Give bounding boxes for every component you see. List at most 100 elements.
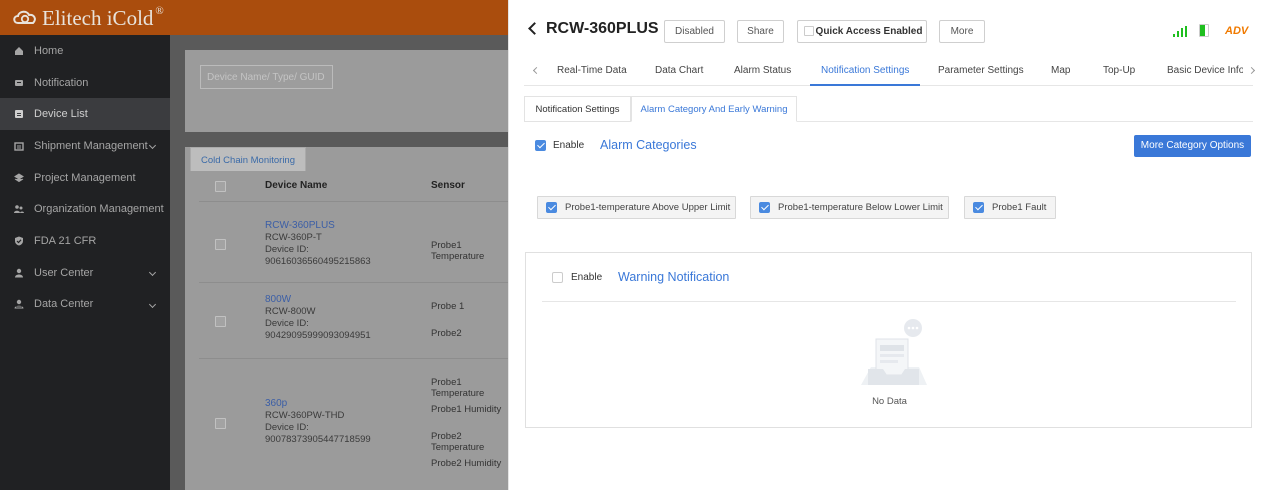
tab-map[interactable]: Map <box>1051 56 1070 85</box>
device-search-input[interactable] <box>200 65 333 89</box>
row-divider <box>199 358 508 359</box>
sidebar-item-project-management[interactable]: Project Management <box>0 162 170 194</box>
signal-strength-icon <box>1173 26 1187 37</box>
device-model: RCW-360P-T <box>265 232 322 243</box>
sidebar-item-label: Home <box>34 44 64 57</box>
sidebar-item-label: Data Center <box>34 298 94 311</box>
sidebar-item-device-list[interactable]: Device List <box>0 98 170 131</box>
share-button[interactable]: Share <box>737 20 784 43</box>
alarm-enable-checkbox[interactable] <box>535 140 546 151</box>
sidebar-item-label: Shipment Management <box>34 139 148 152</box>
device-name-link[interactable]: RCW-360PLUS <box>265 220 335 231</box>
sensor-name: Probe1 Humidity <box>431 404 502 415</box>
subtab-alarm-category[interactable]: Alarm Category And Early Warning <box>631 96 797 122</box>
sidebar-nav: Home Notification Device List Shipment M… <box>0 35 170 490</box>
brand-logo[interactable]: Elitech iCold ® <box>12 4 164 32</box>
warning-notification-card: Enable Warning Notification No Data <box>525 252 1252 428</box>
sidebar-item-label: FDA 21 CFR <box>34 234 97 247</box>
brand-name: Elitech iCold <box>42 5 154 30</box>
select-all-checkbox[interactable] <box>215 181 226 192</box>
disabled-button[interactable]: Disabled <box>664 20 725 43</box>
tab-basic-device-information[interactable]: Basic Device Inform <box>1167 56 1243 85</box>
sidebar-item-shipment-management[interactable]: Shipment Management <box>0 130 170 162</box>
row-divider <box>199 201 508 202</box>
subtab-notification-settings[interactable]: Notification Settings <box>524 96 631 122</box>
notification-icon <box>15 79 23 86</box>
alarm-enable-label: Enable <box>553 140 585 151</box>
tab-notification-settings[interactable]: Notification Settings <box>810 56 921 86</box>
category-chip[interactable]: Probe1-temperature Below Lower Limit <box>750 196 949 219</box>
warning-notification-title: Warning Notification <box>618 270 730 284</box>
cloud-logo-icon <box>13 10 36 24</box>
tab-scroll-left-icon[interactable] <box>532 66 541 75</box>
sidebar-item-notification[interactable]: Notification <box>0 67 170 99</box>
category-checkbox[interactable] <box>546 202 557 213</box>
tab-cold-chain-monitoring[interactable]: Cold Chain Monitoring <box>190 147 306 171</box>
alarm-categories-title: Alarm Categories <box>600 138 697 152</box>
organization-icon <box>14 205 24 214</box>
sidebar-item-label: Organization Management <box>34 203 164 216</box>
category-label: Probe1 Fault <box>992 202 1047 213</box>
sidebar-item-data-center[interactable]: Data Center <box>0 289 170 321</box>
category-label: Probe1-temperature Above Upper Limit <box>565 202 731 213</box>
warning-enable-label: Enable <box>571 272 603 283</box>
quick-access-checkbox[interactable] <box>804 26 814 36</box>
tab-scroll-right-icon[interactable] <box>1247 66 1256 75</box>
subtab-bar: Notification Settings Alarm Category And… <box>524 96 1253 122</box>
empty-inbox-icon <box>861 319 927 385</box>
filter-card <box>185 50 508 132</box>
tab-top-up[interactable]: Top-Up <box>1103 56 1135 85</box>
sidebar-item-fda-21-cfr[interactable]: FDA 21 CFR <box>0 225 170 257</box>
data-center-icon <box>14 300 24 309</box>
device-title: RCW-360PLUS <box>546 20 659 37</box>
device-name-link[interactable]: 800W <box>265 294 291 305</box>
warning-enable-checkbox[interactable] <box>552 272 563 283</box>
sidebar-item-label: User Center <box>34 266 94 279</box>
sensor-name: Probe1 Temperature <box>431 377 485 399</box>
sidebar-item-label: Notification <box>34 76 89 89</box>
registered-mark: ® <box>155 5 164 17</box>
sidebar-item-organization-management[interactable]: Organization Management <box>0 193 170 225</box>
tab-real-time-data[interactable]: Real-Time Data <box>557 56 627 85</box>
category-chip[interactable]: Probe1-temperature Above Upper Limit <box>537 196 736 219</box>
home-icon <box>15 46 23 55</box>
sidebar-item-home[interactable]: Home <box>0 35 170 67</box>
sensor-name: Probe2 Humidity <box>431 458 502 469</box>
column-header-sensor: Sensor <box>431 180 465 191</box>
tab-data-chart[interactable]: Data Chart <box>655 56 703 85</box>
device-id: 90616036560495215863 <box>265 256 371 267</box>
device-id: 90078373905447718599 <box>265 434 371 445</box>
quick-access-button[interactable]: Quick Access Enabled <box>797 20 927 43</box>
no-data-text: No Data <box>872 396 907 407</box>
shield-check-icon <box>15 236 23 246</box>
more-category-options-button[interactable]: More Category Options <box>1134 135 1251 157</box>
row-checkbox[interactable] <box>215 316 226 327</box>
category-chip[interactable]: Probe1 Fault <box>964 196 1056 219</box>
quick-access-label: Quick Access Enabled <box>815 26 923 37</box>
category-checkbox[interactable] <box>973 202 984 213</box>
adv-badge: ADV <box>1225 25 1249 37</box>
row-checkbox[interactable] <box>215 418 226 429</box>
sensor-name: Probe2 Temperature <box>431 431 485 453</box>
tab-parameter-settings[interactable]: Parameter Settings <box>938 56 1024 85</box>
more-button[interactable]: More <box>939 20 985 43</box>
sensor-name: Probe2 <box>431 328 462 339</box>
device-list-icon <box>15 110 23 119</box>
row-checkbox[interactable] <box>215 239 226 250</box>
sidebar-item-user-center[interactable]: User Center <box>0 257 170 289</box>
column-header-device-name: Device Name <box>265 180 328 191</box>
shipment-icon <box>14 142 24 151</box>
device-detail-panel: RCW-360PLUS Disabled Share Quick Access … <box>508 0 1267 490</box>
sensor-name: Probe1 Temperature <box>431 240 485 262</box>
row-divider <box>199 282 508 283</box>
category-label: Probe1-temperature Below Lower Limit <box>778 202 943 213</box>
back-chevron-icon[interactable] <box>528 22 541 35</box>
sidebar-item-label: Project Management <box>34 171 136 184</box>
category-checkbox[interactable] <box>759 202 770 213</box>
divider <box>542 301 1236 302</box>
device-id-label: Device ID: <box>265 318 309 329</box>
sidebar-item-label: Device List <box>34 108 88 121</box>
device-name-link[interactable]: 360p <box>265 398 287 409</box>
tab-alarm-status[interactable]: Alarm Status <box>734 56 791 85</box>
device-id-label: Device ID: <box>265 244 309 255</box>
